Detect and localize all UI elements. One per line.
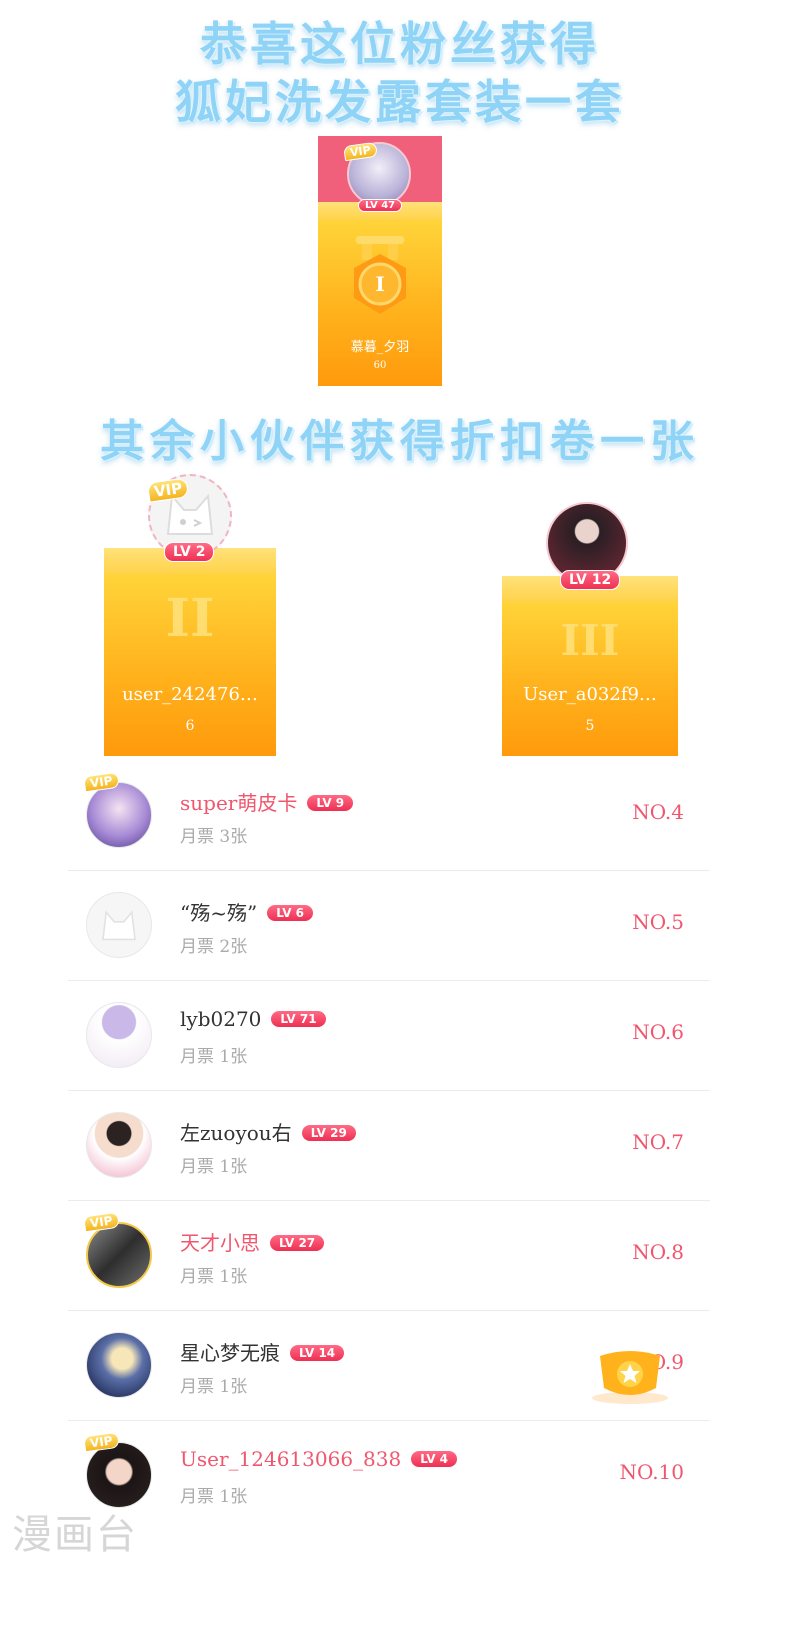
level-badge: LV 29 [301, 1124, 356, 1141]
avatar[interactable] [86, 1222, 152, 1288]
avatar[interactable] [86, 1332, 152, 1398]
row-rank: NO.5 [632, 910, 684, 934]
podium-third[interactable]: III User_a032f9… 5 [502, 576, 678, 756]
list-item[interactable]: VIP super萌皮卡 LV 9 月票 3张 NO.4 [68, 760, 710, 871]
podium-name: 慕暮_夕羽 [350, 340, 410, 355]
svg-text:I: I [375, 272, 384, 296]
others-banner: 其余小伙伴获得折扣卷一张 [100, 416, 700, 467]
row-rank: NO.7 [632, 1130, 684, 1154]
level-badge: LV 27 [270, 1234, 325, 1251]
level-badge: LV 12 [560, 570, 621, 590]
level-badge: LV 14 [290, 1344, 345, 1361]
avatar[interactable] [86, 892, 152, 958]
row-votes: 月票 1张 [180, 1157, 248, 1177]
row-rank: NO.4 [632, 800, 684, 824]
congrats-banner-line1: 恭喜这位粉丝获得 [200, 17, 600, 71]
row-name: lyb0270 LV 71 [180, 1007, 326, 1031]
list-item[interactable]: “殇~殇” LV 6 月票 2张 NO.5 [68, 870, 710, 981]
row-votes: 月票 1张 [180, 1047, 248, 1067]
level-badge: LV 47 [358, 199, 403, 212]
list-item[interactable]: 左zuoyou右 LV 29 月票 1张 NO.7 [68, 1090, 710, 1201]
default-cat-avatar-icon [102, 910, 136, 941]
level-badge: LV 6 [267, 904, 314, 921]
podium-rank-symbol: III [560, 616, 620, 665]
podium-rank-symbol: II [165, 588, 215, 649]
podium-first[interactable]: VIP LV 47 I 慕暮_夕羽 60 [318, 136, 442, 386]
level-badge: LV 9 [307, 794, 354, 811]
level-badge: LV 4 [411, 1450, 458, 1467]
gold-medal-icon: I [354, 236, 406, 314]
row-rank: NO.10 [619, 1460, 684, 1484]
list-item[interactable]: VIP 天才小思 LV 27 月票 1张 NO.8 [68, 1200, 710, 1311]
star-badge-icon [592, 1351, 668, 1404]
row-rank: NO.6 [632, 1020, 684, 1044]
row-name: 星心梦无痕 LV 14 [180, 1337, 345, 1366]
avatar[interactable] [86, 1002, 152, 1068]
avatar[interactable] [86, 782, 152, 848]
list-item[interactable]: lyb0270 LV 71 月票 1张 NO.6 [68, 980, 710, 1091]
podium-name: User_a032f9… [523, 684, 657, 705]
row-rank: NO.8 [632, 1240, 684, 1264]
row-name: 天才小思 LV 27 [180, 1227, 325, 1256]
level-badge: LV 71 [271, 1010, 326, 1027]
row-votes: 月票 1张 [180, 1377, 248, 1397]
podium-score: 6 [185, 718, 195, 734]
row-votes: 月票 2张 [180, 937, 248, 957]
floating-star-button[interactable] [590, 1348, 670, 1404]
congrats-banner-line2: 狐妃洗发露套装一套 [175, 75, 625, 129]
row-votes: 月票 1张 [180, 1487, 248, 1507]
row-name: super萌皮卡 LV 9 [180, 787, 354, 816]
row-name: User_124613066_838 LV 4 [180, 1447, 458, 1471]
podium-score: 5 [585, 718, 595, 734]
row-votes: 月票 1张 [180, 1267, 248, 1287]
avatar[interactable] [86, 1442, 152, 1508]
level-badge: LV 2 [164, 542, 215, 562]
avatar[interactable] [86, 1112, 152, 1178]
row-votes: 月票 3张 [180, 827, 248, 847]
list-item[interactable]: VIP User_124613066_838 LV 4 月票 1张 NO.10 [68, 1420, 710, 1530]
row-name: “殇~殇” LV 6 [180, 897, 314, 926]
podium-name: user_242476… [122, 684, 258, 705]
row-name: 左zuoyou右 LV 29 [180, 1117, 356, 1146]
podium-score: 60 [373, 360, 387, 371]
watermark-logo: 漫画台 [12, 1512, 138, 1558]
podium-second[interactable]: II user_242476… 6 [104, 548, 276, 756]
